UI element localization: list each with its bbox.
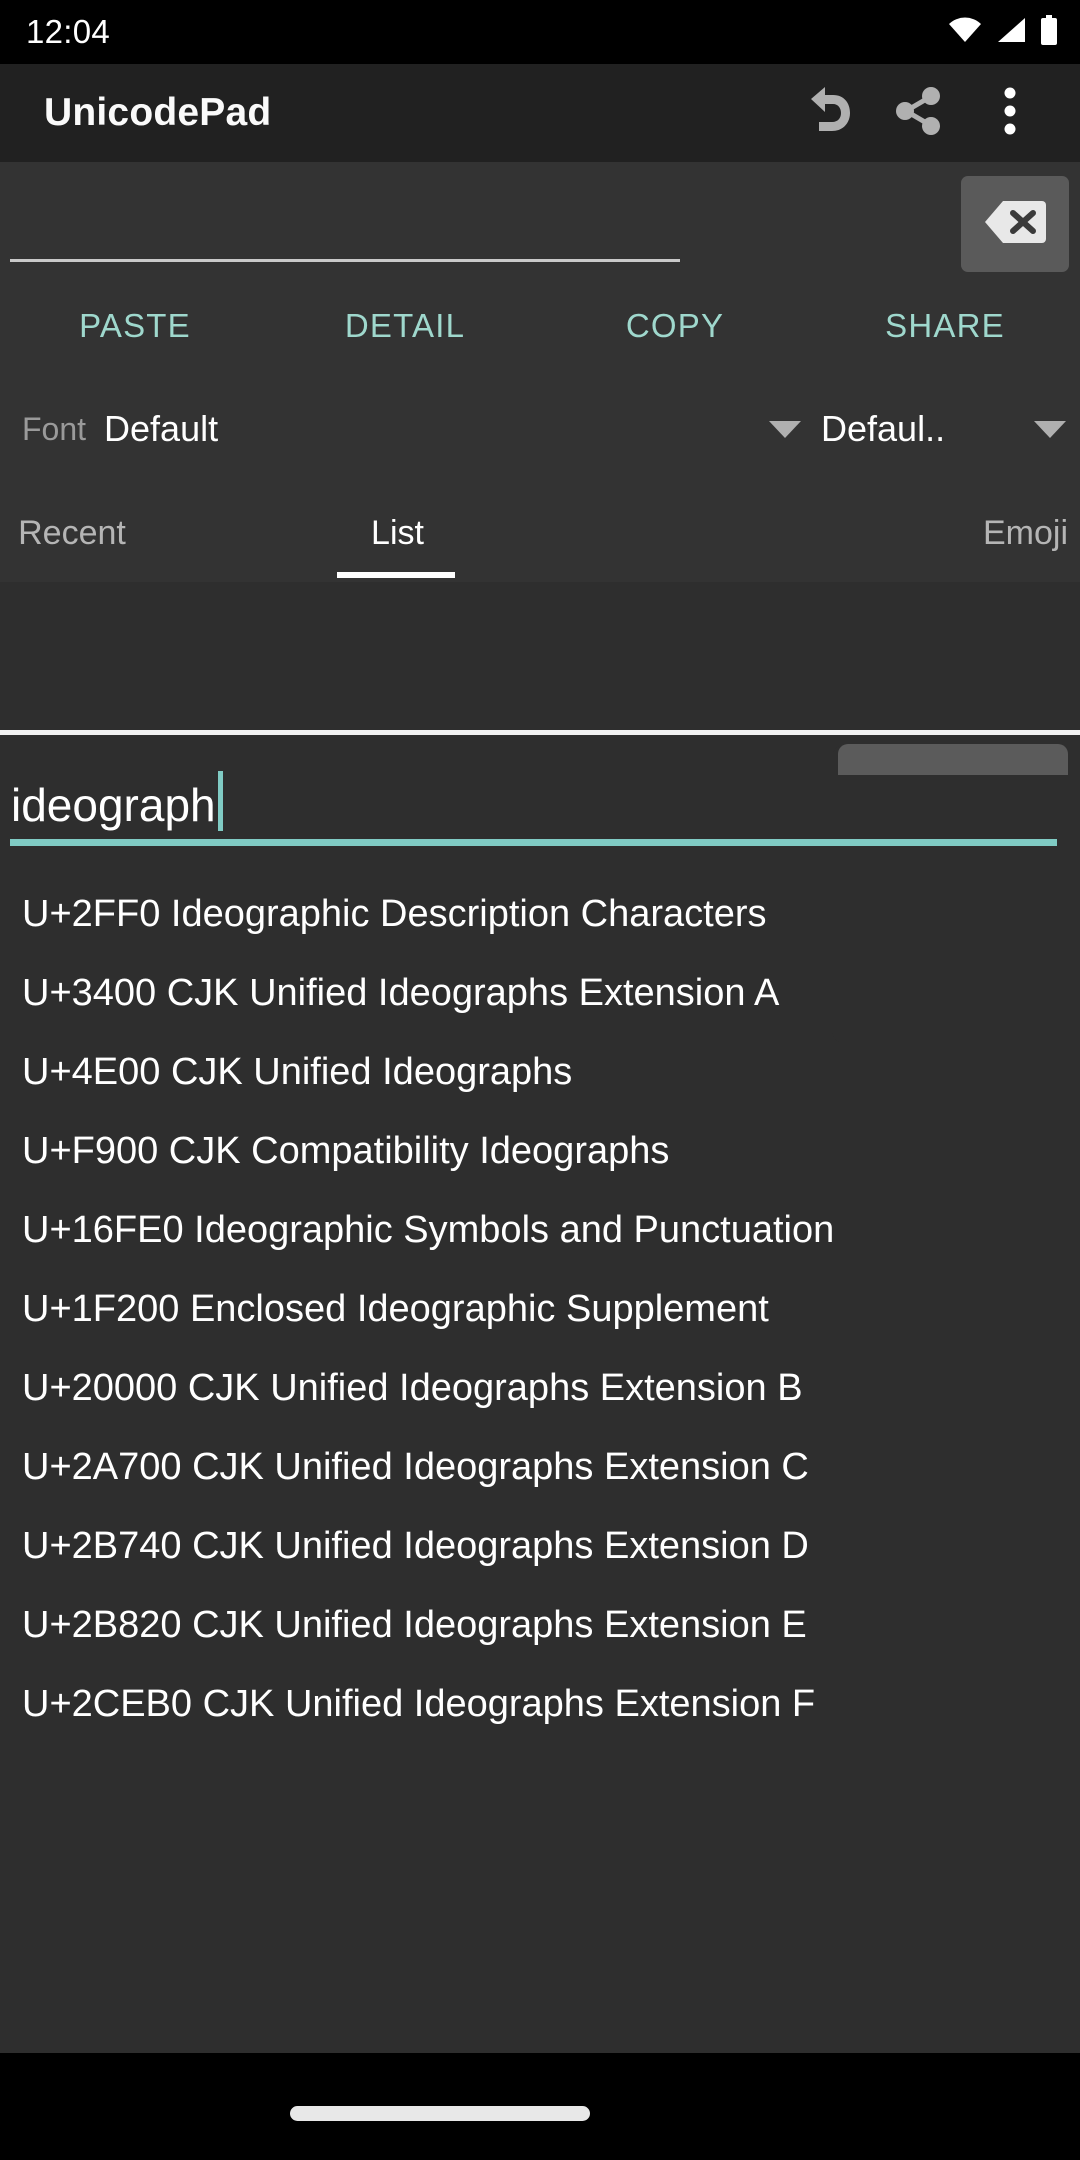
font-family-value: Default: [104, 408, 219, 449]
list-item[interactable]: U+2B820 CJK Unified Ideographs Extension…: [0, 1586, 1080, 1665]
font-style-spinner[interactable]: Defaul..: [811, 408, 1066, 450]
list-item[interactable]: U+16FE0 Ideographic Symbols and Punctuat…: [0, 1191, 1080, 1270]
list-item-label: U+2B740 CJK Unified Ideographs Extension…: [22, 1525, 809, 1567]
system-nav-bar: [0, 2053, 1080, 2160]
list-item-label: U+2FF0 Ideographic Description Character…: [22, 893, 767, 935]
action-button-row: PASTE DETAIL COPY SHARE: [0, 278, 1080, 374]
main-text-input[interactable]: [10, 176, 680, 262]
app-bar: UnicodePad: [0, 64, 1080, 162]
tab-emoji[interactable]: Emoji: [545, 484, 1080, 582]
text-cursor: [217, 771, 223, 831]
list-item-label: U+2B820 CJK Unified Ideographs Extension…: [22, 1604, 807, 1646]
tab-bar: Recent List Emoji: [0, 484, 1080, 582]
list-item[interactable]: U+2FF0 Ideographic Description Character…: [0, 875, 1080, 954]
backspace-button[interactable]: [961, 176, 1069, 272]
cell-signal-icon: [996, 17, 1026, 48]
list-item[interactable]: U+20000 CJK Unified Ideographs Extension…: [0, 1349, 1080, 1428]
list-item-label: U+20000 CJK Unified Ideographs Extension…: [22, 1367, 803, 1409]
share-button[interactable]: [872, 67, 964, 159]
app-bar-actions: [780, 67, 1056, 159]
list-item-label: U+F900 CJK Compatibility Ideographs: [22, 1130, 670, 1172]
battery-icon: [1040, 14, 1058, 50]
font-row: Font Default Defaul..: [0, 374, 1080, 484]
list-panel: ideograph U+2FF0 Ideographic Description…: [0, 735, 1080, 2053]
list-item[interactable]: U+1F200 Enclosed Ideographic Supplement: [0, 1270, 1080, 1349]
search-input-value: ideograph: [11, 779, 216, 831]
undo-button[interactable]: [780, 67, 872, 159]
share-icon: [892, 85, 944, 142]
tab-selected-indicator: [337, 572, 455, 578]
list-item[interactable]: U+2A700 CJK Unified Ideographs Extension…: [0, 1428, 1080, 1507]
font-style-value: Defaul..: [821, 408, 946, 449]
status-icons: [948, 14, 1058, 50]
list-item-label: U+3400 CJK Unified Ideographs Extension …: [22, 972, 780, 1014]
font-label: Font: [22, 410, 87, 447]
list-item[interactable]: U+2B740 CJK Unified Ideographs Extension…: [0, 1507, 1080, 1586]
page-title: UnicodePad: [44, 91, 272, 134]
search-row: ideograph: [0, 744, 1080, 864]
share-text-button[interactable]: SHARE: [810, 307, 1080, 345]
status-bar: 12:04: [0, 0, 1080, 64]
editor-row: [0, 162, 1080, 278]
list-item[interactable]: U+4E00 CJK Unified Ideographs: [0, 1033, 1080, 1112]
list-item[interactable]: U+3400 CJK Unified Ideographs Extension …: [0, 954, 1080, 1033]
status-clock: 12:04: [26, 13, 111, 50]
list-item-label: U+1F200 Enclosed Ideographic Supplement: [22, 1288, 769, 1330]
list-item[interactable]: U+2CEB0 CJK Unified Ideographs Extension…: [0, 1665, 1080, 1744]
paste-button[interactable]: PASTE: [0, 307, 270, 345]
tab-list[interactable]: List: [250, 484, 545, 582]
chevron-down-icon: [1034, 420, 1066, 438]
list-item-label: U+4E00 CJK Unified Ideographs: [22, 1051, 573, 1093]
home-indicator[interactable]: [290, 2106, 590, 2121]
block-list: U+2FF0 Ideographic Description Character…: [0, 875, 1080, 1744]
detail-button[interactable]: DETAIL: [270, 307, 540, 345]
tab-recent[interactable]: Recent: [0, 484, 250, 582]
chevron-down-icon: [769, 420, 801, 438]
search-input[interactable]: ideograph: [10, 744, 1057, 846]
list-item-label: U+2A700 CJK Unified Ideographs Extension…: [22, 1446, 809, 1488]
wifi-icon: [948, 17, 982, 48]
font-family-spinner[interactable]: Default: [104, 408, 811, 450]
undo-icon: [799, 85, 853, 142]
copy-button[interactable]: COPY: [540, 307, 810, 345]
backspace-icon: [984, 199, 1046, 250]
overflow-menu-icon: [1004, 85, 1016, 142]
list-item-label: U+2CEB0 CJK Unified Ideographs Extension…: [22, 1683, 816, 1725]
list-item-label: U+16FE0 Ideographic Symbols and Punctuat…: [22, 1209, 835, 1251]
list-item[interactable]: U+F900 CJK Compatibility Ideographs: [0, 1112, 1080, 1191]
app-screen: 12:04 UnicodePad PASTE DETAIL COPY SHARE…: [0, 0, 1080, 2160]
overflow-menu-button[interactable]: [964, 67, 1056, 159]
